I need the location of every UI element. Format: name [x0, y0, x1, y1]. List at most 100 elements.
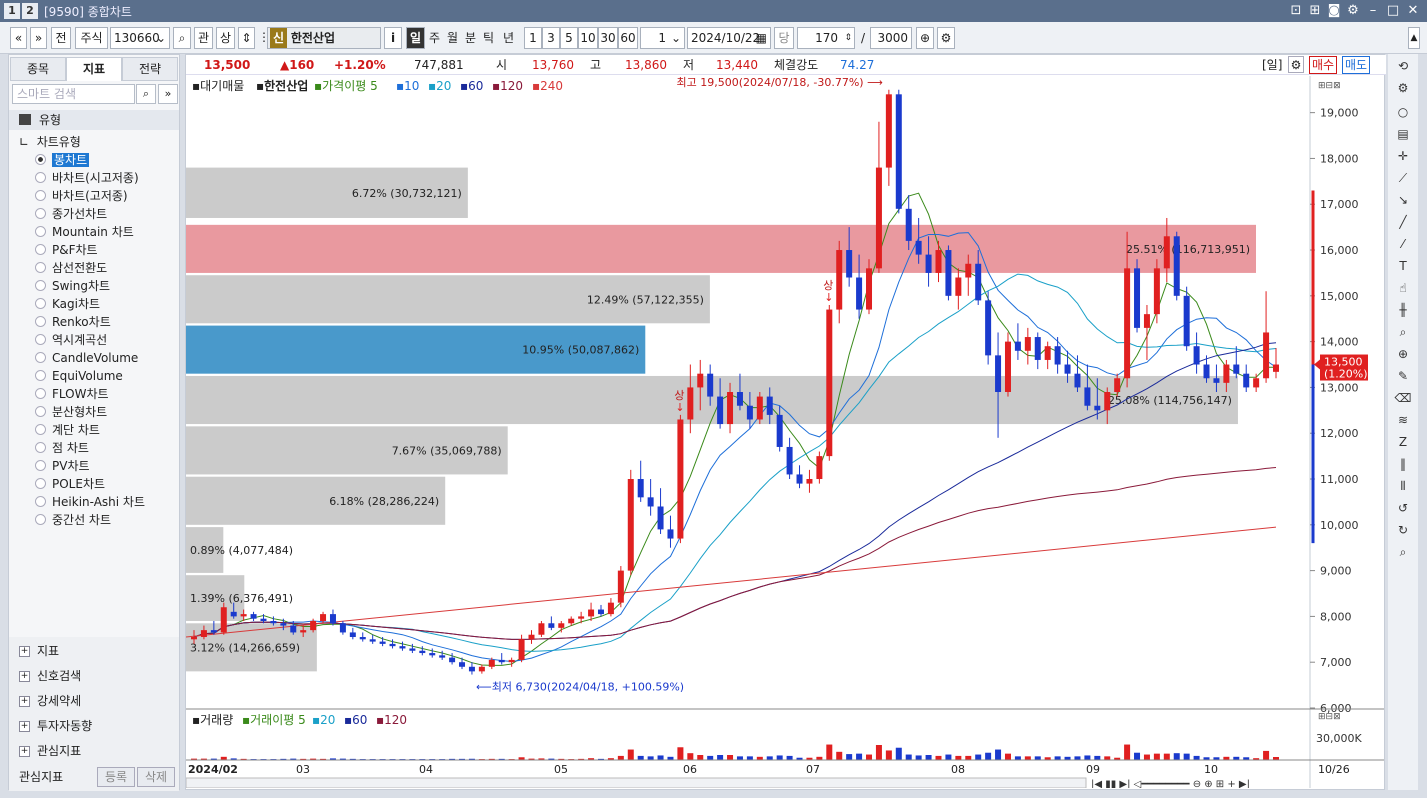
- radio-icon[interactable]: [35, 496, 46, 507]
- chart-type-19[interactable]: Heikin-Ashi 차트: [35, 493, 145, 511]
- radio-icon[interactable]: [35, 406, 46, 417]
- bars-icon[interactable]: ‖: [1393, 454, 1413, 474]
- chart-type-10[interactable]: 역시계곡선: [35, 331, 107, 349]
- grid-icon[interactable]: ⦀: [1393, 476, 1413, 496]
- trend-icon[interactable]: ⟋: [1393, 168, 1413, 188]
- arrow-icon[interactable]: ↘: [1393, 190, 1413, 210]
- pin-icon[interactable]: ⊡: [1287, 2, 1305, 20]
- fib-icon[interactable]: ≋: [1393, 410, 1413, 430]
- period-week[interactable]: 주: [426, 27, 443, 49]
- chart-gear-icon[interactable]: ⚙: [1288, 56, 1304, 73]
- radio-icon[interactable]: [35, 226, 46, 237]
- zoom-in-icon[interactable]: ⊕: [1393, 344, 1413, 364]
- chart-type-11[interactable]: CandleVolume: [35, 349, 138, 367]
- chart-type-1[interactable]: 바차트(시고저종): [35, 169, 139, 187]
- sell-button[interactable]: 매도: [1342, 56, 1371, 74]
- all-button[interactable]: 전: [51, 27, 71, 49]
- radio-icon[interactable]: [35, 370, 46, 381]
- radio-icon[interactable]: [35, 460, 46, 471]
- chevron-down-icon[interactable]: ⌄: [156, 28, 166, 48]
- circle-icon[interactable]: ○: [1393, 102, 1413, 122]
- period-day[interactable]: 일: [406, 27, 425, 49]
- window-number-2[interactable]: 2: [22, 3, 38, 19]
- chart-area[interactable]: 13,500 ▲160 +1.20% 747,881 시 13,760 고 13…: [185, 54, 1386, 790]
- close-icon[interactable]: ✕: [1404, 2, 1422, 20]
- chart-type-2[interactable]: 바차트(고저종): [35, 187, 128, 205]
- price-chart[interactable]: 19,000 18,000 17,000 16,000 15,000 14,000 13,0…: [186, 76, 1384, 788]
- chart-type-3[interactable]: 종가선차트: [35, 205, 107, 223]
- chart-type-12[interactable]: EquiVolume: [35, 367, 123, 385]
- radio-icon[interactable]: [35, 388, 46, 399]
- radio-icon[interactable]: [35, 154, 46, 165]
- settings-icon[interactable]: ⚙: [1393, 78, 1413, 98]
- crosshair-icon[interactable]: ✛: [1393, 146, 1413, 166]
- tab-strategy[interactable]: 전략: [122, 57, 178, 81]
- radio-icon[interactable]: [35, 262, 46, 273]
- chart-type-16[interactable]: 점 차트: [35, 439, 89, 457]
- unit-select[interactable]: 1 ⌄: [640, 27, 685, 49]
- type-header[interactable]: 유형: [9, 110, 179, 130]
- radio-icon[interactable]: [35, 190, 46, 201]
- z-icon[interactable]: Z: [1393, 432, 1413, 452]
- period-year[interactable]: 년: [500, 27, 517, 49]
- chart-type-4[interactable]: Mountain 차트: [35, 223, 134, 241]
- chart-type-8[interactable]: Kagi차트: [35, 295, 100, 313]
- group-signal[interactable]: + 신호검색: [9, 664, 179, 689]
- radio-icon[interactable]: [35, 352, 46, 363]
- min-60[interactable]: 60: [618, 27, 638, 49]
- chart-type-13[interactable]: FLOW차트: [35, 385, 109, 403]
- window-number-1[interactable]: 1: [4, 3, 20, 19]
- stepper-icon[interactable]: ⇕: [238, 27, 255, 49]
- pencil-icon[interactable]: ✎: [1393, 366, 1413, 386]
- chart-type-14[interactable]: 분산형차트: [35, 403, 107, 421]
- group-indicator[interactable]: + 지표: [9, 639, 179, 664]
- settings-icon[interactable]: ⚙: [1344, 2, 1362, 20]
- count-input[interactable]: 170 ⇕: [797, 27, 855, 49]
- stock-name-field[interactable]: 신 한전산업: [267, 27, 381, 49]
- min-5[interactable]: 5: [560, 27, 578, 49]
- chart-type-7[interactable]: Swing차트: [35, 277, 110, 295]
- radio-icon[interactable]: [35, 244, 46, 255]
- chart-type-0[interactable]: 봉차트: [35, 151, 90, 169]
- chart-type-6[interactable]: 삼선전환도: [35, 259, 107, 277]
- chart-icon[interactable]: ▤: [1393, 124, 1413, 144]
- radio-icon[interactable]: [35, 334, 46, 345]
- chart-type-group[interactable]: ∟ 차트유형: [19, 133, 81, 151]
- zoom-icon[interactable]: ⊕: [916, 27, 934, 49]
- line-icon[interactable]: ╱: [1393, 212, 1413, 232]
- toolbar-scroll-up-icon[interactable]: ▲: [1408, 27, 1420, 49]
- gear-icon[interactable]: ⚙: [937, 27, 955, 49]
- current-button[interactable]: 당: [774, 27, 794, 49]
- camera-icon[interactable]: ◙: [1325, 2, 1343, 20]
- delete-button[interactable]: 삭제: [137, 767, 175, 787]
- radio-icon[interactable]: [35, 424, 46, 435]
- radio-icon[interactable]: [35, 208, 46, 219]
- chart-type-5[interactable]: P&F차트: [35, 241, 98, 259]
- search-icon[interactable]: ⌕: [136, 84, 156, 104]
- min-3[interactable]: 3: [542, 27, 560, 49]
- eraser-icon[interactable]: ⌫: [1393, 388, 1413, 408]
- maximize-icon[interactable]: □: [1384, 2, 1402, 20]
- spin-icon[interactable]: ⇕: [844, 28, 852, 48]
- undo-icon[interactable]: ↺: [1393, 498, 1413, 518]
- radio-icon[interactable]: [35, 280, 46, 291]
- text-icon[interactable]: T: [1393, 256, 1413, 276]
- magnify-icon[interactable]: ⌕: [1393, 542, 1413, 562]
- related-button[interactable]: 관: [194, 27, 213, 49]
- minimize-icon[interactable]: –: [1364, 2, 1382, 20]
- next-button[interactable]: »: [30, 27, 47, 49]
- buy-button[interactable]: 매수: [1309, 56, 1338, 74]
- tab-stock[interactable]: 종목: [10, 57, 66, 81]
- chart-type-15[interactable]: 계단 차트: [35, 421, 100, 439]
- period-month[interactable]: 월: [444, 27, 461, 49]
- min-1[interactable]: 1: [524, 27, 542, 49]
- min-10[interactable]: 10: [578, 27, 598, 49]
- expand-icon[interactable]: »: [158, 84, 178, 104]
- total-input[interactable]: 3000: [870, 27, 912, 49]
- radio-icon[interactable]: [35, 172, 46, 183]
- radio-icon[interactable]: [35, 478, 46, 489]
- radio-icon[interactable]: [35, 298, 46, 309]
- prev-button[interactable]: «: [10, 27, 27, 49]
- tab-indicator[interactable]: 지표: [66, 57, 122, 81]
- group-investor[interactable]: + 투자자동향: [9, 714, 179, 739]
